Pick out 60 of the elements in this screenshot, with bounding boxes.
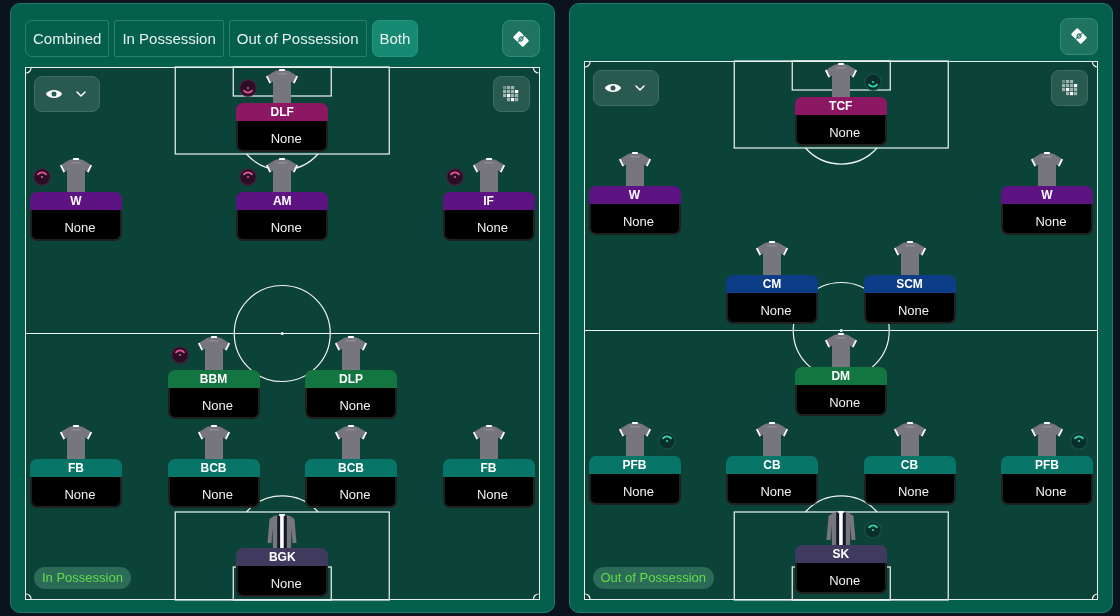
player-name: None bbox=[30, 476, 122, 508]
player-name: None bbox=[794, 115, 887, 146]
role-label: TCF bbox=[794, 97, 887, 115]
pitch-view-button[interactable] bbox=[501, 20, 540, 57]
view-dropdown[interactable] bbox=[592, 70, 659, 106]
role-label: DLP bbox=[305, 369, 397, 388]
role-label: PFB bbox=[588, 455, 681, 474]
role-label: SCM bbox=[863, 275, 956, 293]
player-name: None bbox=[1001, 473, 1093, 505]
role-label: FB bbox=[442, 458, 535, 477]
player-name: None bbox=[236, 121, 329, 152]
player-name: None bbox=[863, 473, 956, 505]
grid-button[interactable] bbox=[1051, 70, 1088, 106]
player-name: None bbox=[442, 210, 535, 241]
role-label: BCB bbox=[167, 458, 260, 477]
role-label: BCB bbox=[305, 458, 397, 477]
player-name: None bbox=[794, 384, 887, 416]
role-label: BGK bbox=[236, 547, 329, 566]
player-name: None bbox=[167, 476, 260, 508]
player-name: None bbox=[726, 473, 818, 505]
eye-icon bbox=[603, 82, 622, 94]
role-label: W bbox=[30, 192, 122, 210]
role-label: W bbox=[1001, 186, 1093, 204]
role-label: IF bbox=[442, 192, 535, 210]
role-label: W bbox=[588, 186, 681, 204]
player-name: None bbox=[588, 473, 681, 505]
player-name: None bbox=[236, 210, 329, 241]
player-name: None bbox=[236, 565, 329, 597]
role-label: AM bbox=[236, 192, 329, 210]
role-label: BBM bbox=[167, 369, 260, 388]
role-label: PFB bbox=[1001, 455, 1093, 474]
grid-icon bbox=[503, 86, 519, 102]
role-label: CB bbox=[726, 455, 818, 474]
role-label: FB bbox=[30, 458, 122, 477]
view-dropdown[interactable] bbox=[34, 76, 100, 112]
player-name: None bbox=[588, 204, 681, 235]
phase-label: In Possession bbox=[34, 567, 131, 589]
player-name: None bbox=[30, 210, 122, 241]
role-label: CB bbox=[863, 455, 956, 474]
player-name: None bbox=[863, 293, 956, 324]
player-name: None bbox=[305, 476, 397, 508]
role-label: DLF bbox=[236, 103, 329, 121]
player-name: None bbox=[442, 476, 535, 508]
player-name: None bbox=[1001, 204, 1093, 235]
player-name: None bbox=[726, 293, 818, 324]
view-tab[interactable]: In Possession bbox=[114, 20, 224, 57]
player-name: None bbox=[167, 387, 260, 419]
phase-label: Out of Possession bbox=[592, 567, 714, 589]
view-tab[interactable]: Both bbox=[371, 20, 419, 57]
eye-icon bbox=[45, 88, 63, 100]
view-tab[interactable]: Combined bbox=[25, 20, 110, 57]
grid-icon bbox=[1061, 80, 1078, 96]
role-label: CM bbox=[726, 275, 818, 293]
view-tab[interactable]: Out of Possession bbox=[228, 20, 367, 57]
role-label: DM bbox=[794, 366, 887, 385]
player-name: None bbox=[305, 387, 397, 419]
grid-button[interactable] bbox=[492, 76, 530, 112]
pitch-view-button[interactable] bbox=[1060, 17, 1098, 55]
role-label: SK bbox=[794, 544, 887, 563]
player-name: None bbox=[794, 562, 887, 594]
